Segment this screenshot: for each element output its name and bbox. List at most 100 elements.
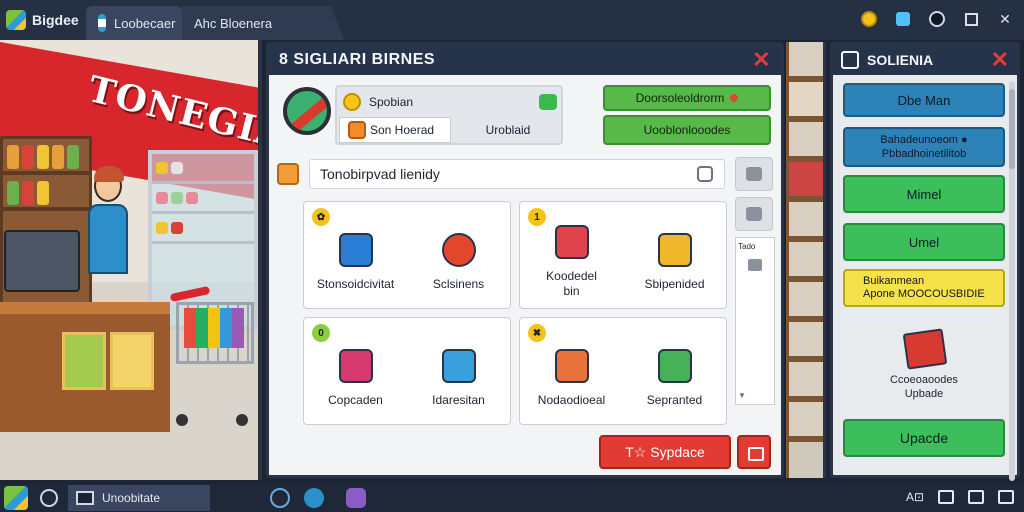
coin-icon <box>343 93 361 111</box>
card-item[interactable]: Sbipenided <box>630 232 720 292</box>
menu-button-3[interactable]: Mimel <box>843 175 1005 213</box>
search-input[interactable] <box>309 159 725 189</box>
category-card[interactable]: 1 Koodedel bin Sbipenided <box>519 201 727 309</box>
store-icon[interactable] <box>346 488 366 508</box>
menu-button-1[interactable]: Dbe Man <box>843 83 1005 117</box>
shopping-cart[interactable] <box>169 284 258 426</box>
puzzle-button[interactable] <box>892 8 914 30</box>
search-row <box>277 159 725 189</box>
frame-icon <box>554 348 589 383</box>
browser-icon[interactable] <box>270 488 290 508</box>
item-label: Copcaden <box>328 392 383 407</box>
card-item[interactable]: Sepranted <box>630 348 720 408</box>
camera-icon[interactable] <box>304 488 324 508</box>
card-item[interactable]: Copcaden <box>311 348 401 408</box>
item-label: Sclsinens <box>432 276 485 291</box>
cart-icon <box>338 232 373 267</box>
game-scene[interactable]: TONEGIANA <box>0 40 262 480</box>
side-menu-close-icon[interactable]: ✕ <box>991 49 1009 71</box>
notification-dot-icon <box>730 94 739 102</box>
category-card[interactable]: ✿ Stonsoidcivitat Sclsinens <box>303 201 511 309</box>
card-item[interactable]: Stonsoidcivitat <box>311 232 401 292</box>
business-avatar[interactable] <box>283 87 331 135</box>
bucket-icon <box>441 348 476 383</box>
segment-inactive-label: Uroblaid <box>485 123 531 137</box>
upgrade-caption: Ccoeoaoodes Upbade <box>843 373 1005 401</box>
menu-button-2-label: Bahadeunoeom ● <box>880 134 968 146</box>
item-label: Idaresitan <box>432 392 485 407</box>
dialog-close-icon[interactable]: ✕ <box>752 49 771 71</box>
side-menu-title: SOLIENIA <box>867 52 934 68</box>
keyboard-icon[interactable] <box>968 490 984 504</box>
tab-game-label: Ahc Bloenera <box>194 15 273 31</box>
category-grid: ✿ Stonsoidcivitat Sclsinens 1 Koodedel b… <box>303 201 727 427</box>
info-label: Spobian <box>369 95 414 109</box>
card-item[interactable]: Sclsinens <box>414 232 504 292</box>
card-item[interactable]: Nodaodioeal <box>527 348 617 408</box>
puzzle-icon <box>896 12 910 26</box>
maximize-icon <box>964 12 978 26</box>
upgrade-caption-2: Upbade <box>904 388 944 400</box>
green-button-second-label: Uooblonlooodes <box>643 123 731 137</box>
item-label: Stonsoidcivitat <box>316 276 395 291</box>
side-menu-scrollbar[interactable] <box>1009 81 1015 481</box>
card-item[interactable]: Idaresitan <box>414 348 504 408</box>
edit-icon[interactable] <box>539 94 557 110</box>
menu-button-1-label: Dbe Man <box>897 92 951 108</box>
box-icon <box>554 225 589 259</box>
taskbar-app[interactable]: Unoobitate <box>68 485 210 511</box>
expand-icon[interactable] <box>998 490 1014 504</box>
segment-inactive[interactable]: Uroblaid <box>451 117 561 143</box>
tab-home[interactable]: Loobecaer <box>86 6 182 40</box>
dialog-title: 8 SIGLIARI BIRNES <box>279 51 436 68</box>
sync-button[interactable]: T☆ Sypdace <box>599 435 731 469</box>
upgrade-caption-1: Ccoeoaoodes <box>890 374 958 386</box>
menu-button-5-label: Buikanmean <box>863 275 925 287</box>
menu-button-4[interactable]: Umel <box>843 223 1005 261</box>
dialog-header: 8 SIGLIARI BIRNES ✕ <box>269 45 781 75</box>
cash-register[interactable] <box>4 230 80 292</box>
figure-icon <box>748 259 762 271</box>
side-panel[interactable]: Tado ▼ <box>735 237 775 405</box>
search-refresh-icon[interactable] <box>697 166 713 182</box>
green-action-button-second[interactable]: Uooblonlooodes <box>603 115 771 145</box>
close-window-button[interactable]: ✕ <box>994 8 1016 30</box>
tab-game[interactable]: Ahc Bloenera <box>182 6 344 40</box>
item-label: Sepranted <box>646 392 703 407</box>
notification-icon[interactable] <box>938 490 954 504</box>
item-label: Sbipenided <box>644 276 705 291</box>
window-icon <box>76 491 94 505</box>
menu-button-3-label: Mimel <box>906 186 942 202</box>
theme-button[interactable] <box>926 8 948 30</box>
user-tool-button[interactable] <box>735 157 773 191</box>
sync-button-label: T☆ Sypdace <box>625 443 705 460</box>
card-item[interactable]: Koodedel bin <box>527 225 617 299</box>
scroll-down-icon[interactable]: ▼ <box>738 391 746 400</box>
segment-active[interactable]: Son Hoerad <box>339 117 451 143</box>
app-logo[interactable]: Bigdee <box>0 0 82 40</box>
card-badge: ✿ <box>312 208 330 226</box>
upgrade-button-label: Upacde <box>899 430 949 446</box>
shop-icon <box>348 121 366 139</box>
home-icon[interactable] <box>40 489 58 507</box>
filter-tool-button[interactable] <box>735 197 773 231</box>
item-label: Nodaodioeal <box>537 392 606 407</box>
segment-control: Son Hoerad Uroblaid <box>339 117 561 143</box>
cube-icon <box>338 348 373 383</box>
title-bar: Bigdee Loobecaer Ahc Bloenera ✕ <box>0 0 1024 40</box>
menu-button-5[interactable]: Buikanmean Apone MOOCOUSBIDIE <box>843 269 1005 307</box>
start-button[interactable] <box>4 486 28 510</box>
info-row: Spobian <box>339 89 561 115</box>
upgrade-button[interactable]: Upacde <box>843 419 1005 457</box>
category-card[interactable]: ✖ Nodaodioeal Sepranted <box>519 317 727 425</box>
category-card[interactable]: 0 Copcaden Idaresitan <box>303 317 511 425</box>
side-menu-header: SOLIENIA ✕ <box>833 45 1017 75</box>
menu-button-2[interactable]: Bahadeunoeom ● Pbbadhoinetilitob <box>843 127 1005 167</box>
info-panel: Spobian Son Hoerad Uroblaid <box>335 85 563 145</box>
shop-clerk[interactable] <box>88 166 128 320</box>
coin-button[interactable] <box>858 8 880 30</box>
green-action-button-top[interactable]: Doorsoleoldrorm <box>603 85 771 111</box>
menu-button-5-sub: Apone MOOCOUSBIDIE <box>863 288 985 300</box>
inbox-button[interactable] <box>737 435 771 469</box>
maximize-button[interactable] <box>960 8 982 30</box>
